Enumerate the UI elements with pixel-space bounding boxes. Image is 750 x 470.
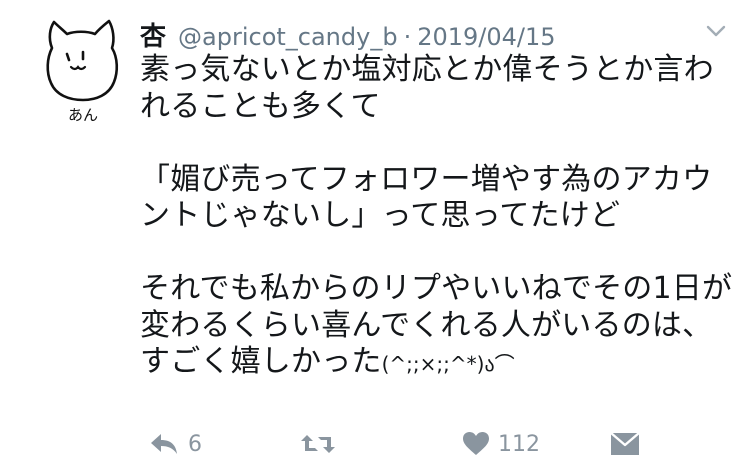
retweet-button[interactable] <box>300 424 336 464</box>
tweet-date[interactable]: 2019/04/15 <box>417 23 555 51</box>
tweet-line-text: すごく嬉しかった <box>140 344 382 379</box>
heart-icon <box>463 432 489 455</box>
tweet-line: ントじゃないし」って思ってたけど <box>140 198 621 233</box>
tweet-line: 素っ気ないとか塩対応とか偉そうとか言わ <box>140 52 714 87</box>
like-button[interactable]: 112 <box>462 424 540 464</box>
tweet-header: 杏 @apricot_candy_b · 2019/04/15 <box>140 16 556 52</box>
kaomoji: (^;;×;;^*)ა⌒ <box>381 352 515 376</box>
tweet-line: 「媚び売ってフォロワー増やす為のアカウ <box>140 161 713 197</box>
reply-count: 6 <box>188 431 202 457</box>
avatar-caption: あん <box>67 106 98 124</box>
retweet-icon <box>301 435 335 453</box>
tweet-line: 変わるくらい喜んでくれる人がいるのは、 <box>140 307 713 343</box>
tweet-line: れることも多くて <box>140 88 381 124</box>
reply-icon <box>151 434 177 454</box>
display-name[interactable]: 杏 <box>140 16 166 53</box>
direct-message-button[interactable] <box>610 424 640 464</box>
envelope-icon <box>610 432 640 455</box>
action-bar: 6 112 <box>140 424 740 464</box>
cat-drawing <box>46 19 119 102</box>
chevron-down-icon[interactable] <box>704 22 728 40</box>
tweet: あん 杏 @apricot_candy_b · 2019/04/15 素っ気ない… <box>0 0 750 470</box>
like-count: 112 <box>498 431 540 457</box>
avatar[interactable]: あん <box>38 12 128 124</box>
separator-dot: · <box>403 23 412 51</box>
tweet-last-line: すごく嬉しかった(^;;×;;^*)ა⌒ <box>140 344 740 381</box>
tweet-text: 素っ気ないとか塩対応とか偉そうとか言わ れることも多くて 「媚び売ってフォロワー… <box>140 52 740 381</box>
user-handle[interactable]: @apricot_candy_b <box>178 23 398 51</box>
tweet-line: それでも私からのリプやいいねでその1日が <box>140 271 733 306</box>
reply-button[interactable]: 6 <box>148 424 202 464</box>
